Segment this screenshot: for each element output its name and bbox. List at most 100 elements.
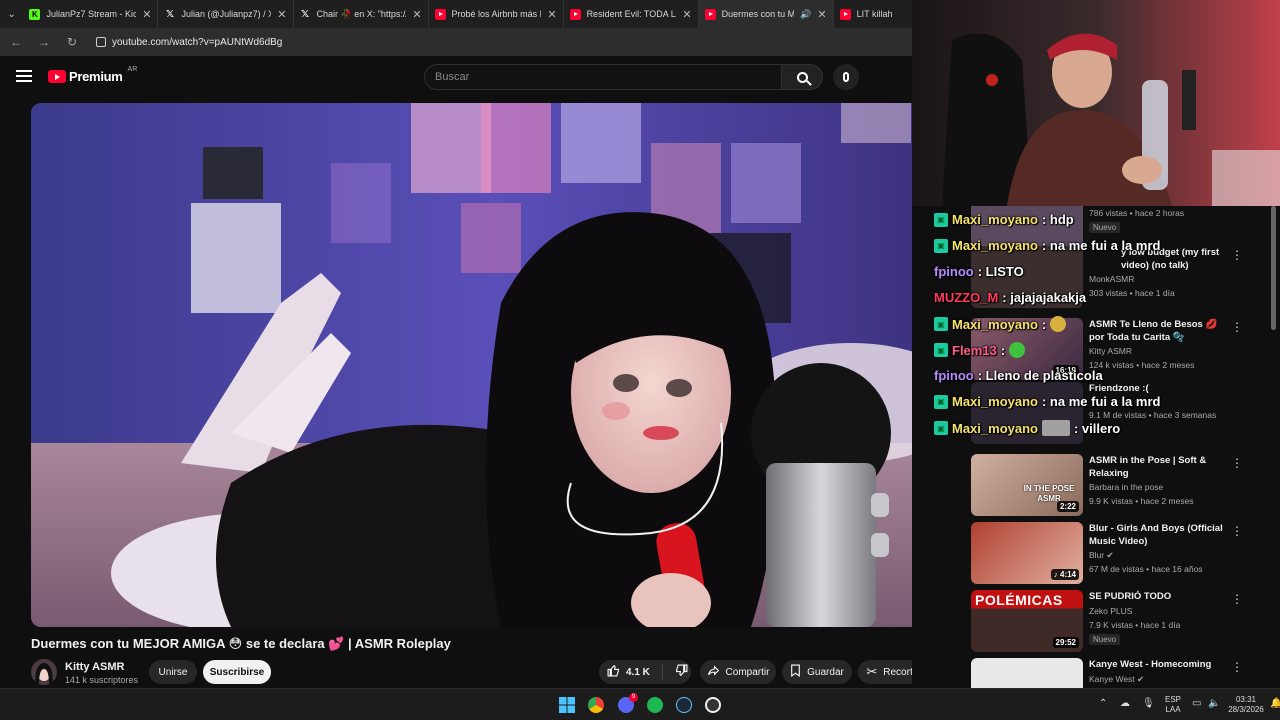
browser-tab-active[interactable]: Duermes con tu MEJO 🔊 ✕	[698, 0, 834, 28]
more-vertical-icon[interactable]: ⋮	[1231, 524, 1243, 538]
recommendation-item[interactable]: IN THE POSE ASMR 2:22 ASMR in the Pose |…	[971, 454, 1271, 518]
reload-icon[interactable]: ↻	[64, 35, 80, 49]
language-code: ESP	[1164, 695, 1181, 704]
chat-text: :	[1000, 342, 1006, 358]
browser-tab[interactable]: 𝕏 Chair 🥀 en X: "https://t.c ✕	[294, 0, 429, 28]
search-icon	[796, 71, 808, 83]
browser-tab[interactable]: Probé los Airbnb más Ram ✕	[429, 0, 564, 28]
emote-icon	[1041, 420, 1070, 436]
stream-chat-overlay: ▣ Maxi_moyano : hdp ▣ Maxi_moyano : na m…	[934, 212, 1234, 448]
network-icon[interactable]: ▭	[1192, 699, 1201, 709]
recommendation-item[interactable]: Kanye West - Homecoming Kanye West ✔ ⋮	[971, 658, 1271, 688]
share-button[interactable]: Compartir	[700, 660, 776, 684]
youtube-icon	[839, 8, 851, 20]
chat-username: MUZZO_M	[934, 290, 999, 305]
recommendation-title: SE PUDRIÓ TODO	[1089, 591, 1172, 602]
join-button[interactable]: Unirse	[149, 660, 197, 684]
chat-message: ▣ Flem13 :	[934, 342, 1026, 358]
youtube-premium-logo[interactable]: Premium AR	[48, 66, 137, 84]
notification-bell-icon[interactable]: 🔔	[1270, 699, 1280, 709]
like-count: 4.1 K	[626, 666, 650, 678]
close-icon[interactable]: ✕	[682, 8, 691, 21]
chat-username: Maxi_moyano	[952, 316, 1038, 332]
clock[interactable]: 03:31 28/3/2026	[1226, 695, 1266, 715]
video-player[interactable]	[31, 103, 961, 627]
youtube-icon	[704, 8, 716, 20]
save-button[interactable]: Guardar	[782, 660, 852, 684]
recommendation-meta: 7.9 K vistas • hace 1 día	[1089, 620, 1181, 630]
chat-username: Maxi_moyano	[952, 212, 1038, 227]
browser-tab[interactable]: K JulianPz7 Stream - Kick Di ✕	[23, 0, 159, 28]
save-label: Guardar	[807, 666, 844, 678]
browser-tab[interactable]: 𝕏 Julian (@Julianpz7) / X ✕	[158, 0, 294, 28]
dislike-icon[interactable]	[675, 664, 688, 680]
close-icon[interactable]: ✕	[412, 8, 421, 21]
chat-message: fpinoo : LISTO	[934, 264, 1024, 279]
chat-text: : jajajajakakja	[1002, 290, 1087, 305]
steam-icon[interactable]	[676, 697, 692, 713]
browser-tab[interactable]: LIT killah	[834, 0, 912, 28]
speaker-icon[interactable]: 🔊	[800, 9, 811, 20]
video-duration: 29:52	[1052, 637, 1079, 648]
thumbnail-text: POLÉMICAS	[975, 592, 1063, 608]
back-icon[interactable]: ←	[8, 35, 24, 49]
discord-icon[interactable]: 9	[618, 693, 638, 713]
recommendation-item[interactable]: ♪ 4:14 Blur - Girls And Boys (Official M…	[971, 522, 1271, 586]
tab-label: Julian (@Julianpz7) / X	[181, 9, 272, 19]
video-thumbnail[interactable]: POLÉMICAS 29:52	[971, 590, 1083, 652]
more-vertical-icon[interactable]: ⋮	[1231, 660, 1243, 674]
browser-tab[interactable]: Resident Evil: TODA La Sa ✕	[564, 0, 699, 28]
url-text: youtube.com/watch?v=pAUNtWd6dBg	[112, 36, 283, 48]
more-vertical-icon[interactable]: ⋮	[1231, 592, 1243, 606]
subscriber-badge-icon: ▣	[934, 343, 948, 357]
recommendation-item[interactable]: POLÉMICAS 29:52 SE PUDRIÓ TODO Zeko PLUS…	[971, 590, 1271, 654]
more-vertical-icon[interactable]: ⋮	[1231, 456, 1243, 470]
url-field[interactable]: youtube.com/watch?v=pAUNtWd6dBg	[96, 37, 282, 48]
like-icon[interactable]	[607, 664, 620, 680]
cloud-icon[interactable]: ☁	[1120, 699, 1130, 709]
bookmark-icon	[790, 664, 801, 680]
spotify-icon[interactable]	[647, 697, 663, 713]
search-input[interactable]: Buscar	[424, 64, 782, 90]
volume-icon[interactable]: 🔈	[1208, 699, 1220, 709]
scissors-icon: ✂	[866, 664, 878, 679]
recommendation-channel: Barbara in the pose	[1089, 482, 1164, 492]
microphone-tray-icon[interactable]: 🎙	[1142, 699, 1155, 709]
avatar-image	[31, 659, 57, 685]
voice-search-button[interactable]	[833, 64, 859, 90]
input-language[interactable]: ESP LAA	[1162, 695, 1184, 715]
chevron-up-icon[interactable]: ⌃	[1099, 699, 1107, 709]
obs-icon[interactable]	[705, 697, 721, 713]
close-icon[interactable]: ✕	[817, 8, 826, 21]
chat-message: ▣ Maxi_moyano : hdp	[934, 212, 1074, 227]
tab-label: LIT killah	[856, 9, 893, 19]
thumb-down-svg	[675, 664, 688, 677]
video-thumbnail[interactable]: IN THE POSE ASMR 2:22	[971, 454, 1083, 516]
close-icon[interactable]: ✕	[277, 8, 286, 21]
tab-search-chevron-icon[interactable]: ⌄	[0, 0, 23, 28]
video-thumbnail[interactable]	[971, 658, 1083, 688]
close-icon[interactable]: ✕	[547, 8, 556, 21]
channel-avatar[interactable]	[31, 659, 57, 685]
site-info-icon[interactable]	[96, 37, 106, 47]
chat-text: : hdp	[1041, 212, 1074, 227]
subscribe-button[interactable]: Suscribirse	[203, 660, 271, 684]
sidebar-scrollbar[interactable]	[1271, 206, 1276, 330]
close-icon[interactable]: ✕	[142, 8, 151, 21]
chat-message: MUZZO_M : jajajajakakja	[934, 290, 1086, 305]
menu-icon[interactable]	[16, 70, 32, 82]
clock-date: 28/3/2026	[1228, 705, 1264, 714]
search-button[interactable]	[781, 64, 823, 90]
start-icon[interactable]	[559, 697, 575, 713]
forward-icon[interactable]: →	[36, 35, 52, 49]
chat-text: : villero	[1073, 420, 1121, 436]
tab-label: Chair 🥀 en X: "https://t.c	[316, 8, 407, 19]
video-thumbnail[interactable]: ♪ 4:14	[971, 522, 1083, 584]
tab-label: Duermes con tu MEJO	[721, 9, 795, 19]
video-duration: 2:22	[1056, 501, 1079, 512]
x-icon: 𝕏	[165, 8, 174, 20]
chrome-icon[interactable]	[588, 697, 604, 713]
browser-tab-strip: ⌄ K JulianPz7 Stream - Kick Di ✕ 𝕏 Julia…	[0, 0, 912, 28]
clock-time: 03:31	[1235, 695, 1257, 704]
channel-name[interactable]: Kitty ASMR	[65, 661, 124, 673]
